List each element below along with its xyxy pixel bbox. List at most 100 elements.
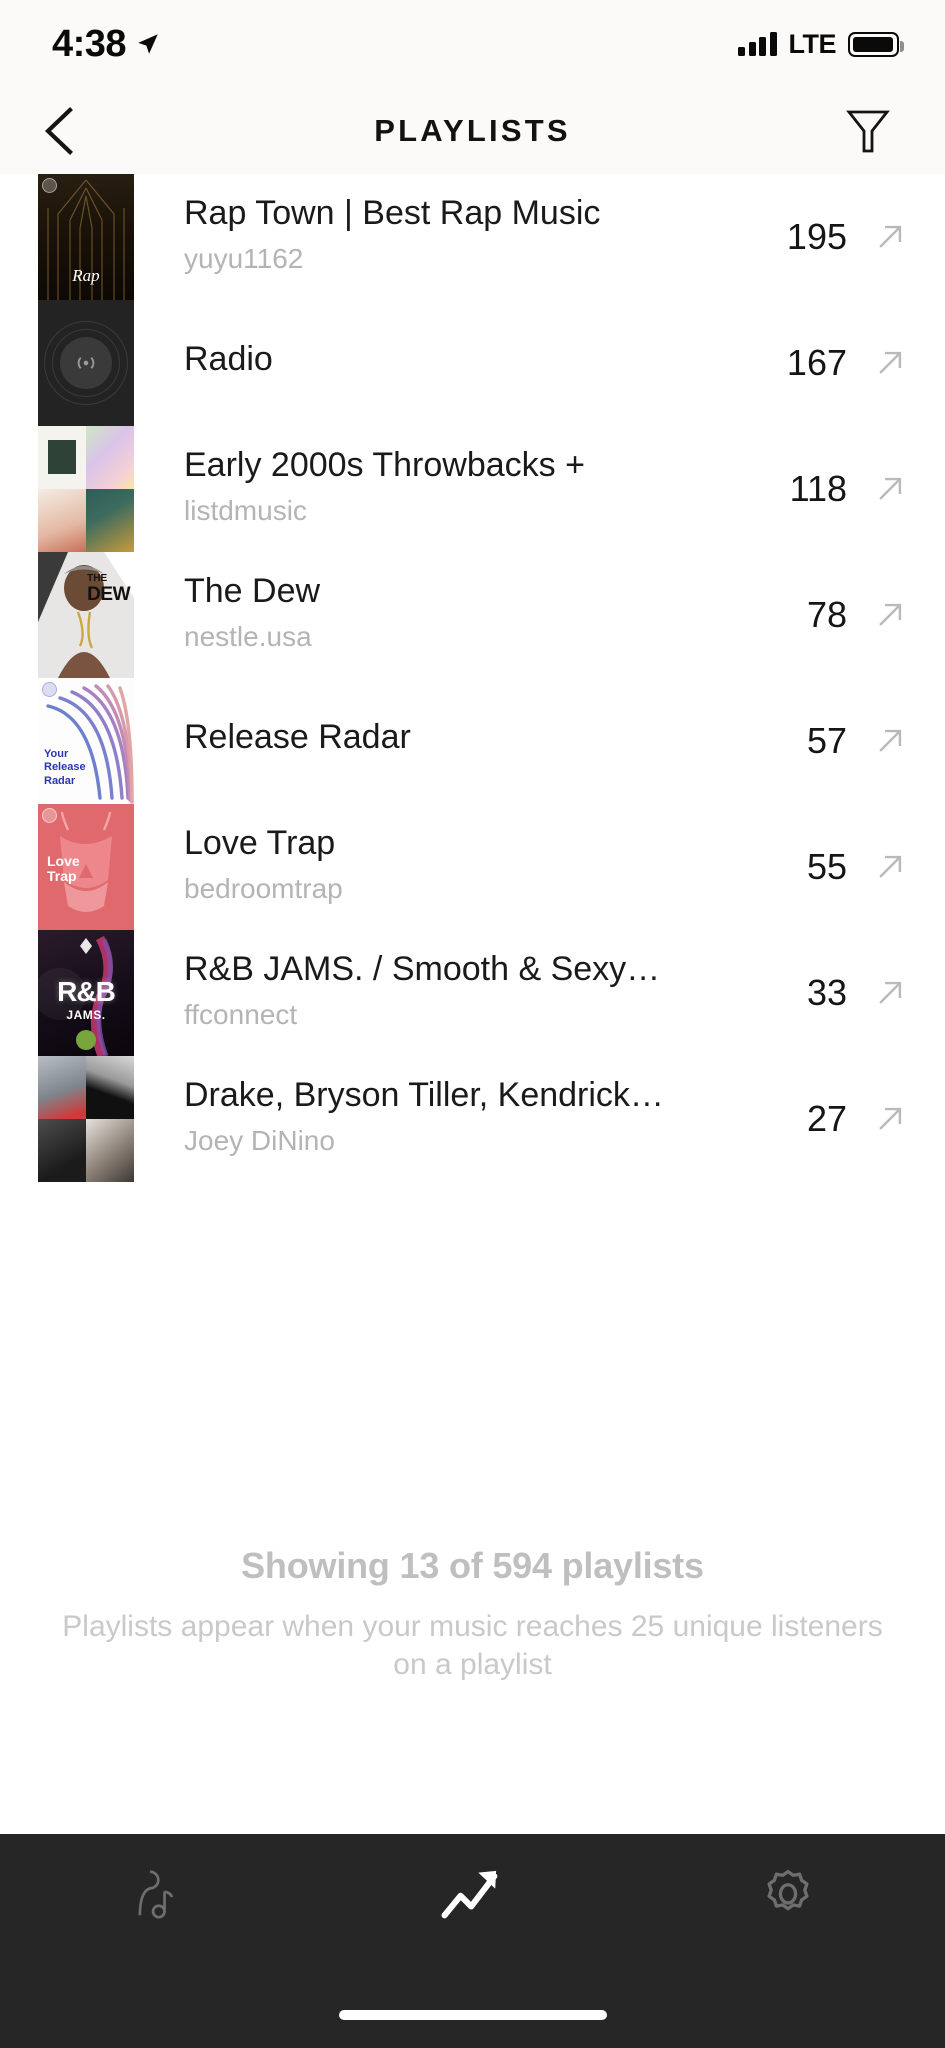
spotify-badge-icon (42, 178, 57, 193)
row-text: Rap Town | Best Rap Music yuyu1162 (134, 194, 769, 280)
playlist-artwork: Love Trap (38, 804, 134, 930)
row-text: Early 2000s Throwbacks + listdmusic (134, 446, 769, 532)
artwork-tile (38, 1119, 86, 1182)
row-metrics: 27 (769, 1098, 907, 1140)
playlist-title: R&B JAMS. / Smooth & Sexy… (184, 950, 661, 989)
trending-up-arrow-icon (441, 1870, 497, 1919)
playlist-title: Love Trap (184, 824, 336, 863)
playlist-artwork (38, 300, 134, 426)
back-button[interactable] (30, 102, 88, 160)
network-label: LTE (788, 28, 837, 59)
table-row[interactable]: Drake, Bryson Tiller, Kendrick… Joey DiN… (0, 1056, 945, 1182)
playlist-title: Radio (184, 340, 273, 379)
status-bar-left: 4:38 (52, 23, 161, 66)
artwork-tile (86, 426, 134, 489)
listener-count: 55 (806, 846, 847, 887)
artwork-sublabel: JAMS. (66, 1008, 106, 1022)
row-text: The Dew nestle.usa (134, 572, 769, 658)
artwork-label: Rap (72, 266, 100, 285)
tab-trends[interactable] (315, 1834, 630, 1954)
row-metrics: 55 (769, 846, 907, 888)
row-text: Drake, Bryson Tiller, Kendrick… Joey DiN… (134, 1076, 769, 1162)
arrow-up-right-icon[interactable] (873, 598, 907, 632)
cellular-signal-icon (738, 32, 777, 56)
row-text: Radio (134, 340, 769, 385)
status-time: 4:38 (52, 22, 127, 65)
listener-count: 78 (806, 594, 847, 635)
arrow-up-right-icon[interactable] (873, 850, 907, 884)
artwork-tile (38, 1056, 86, 1119)
tab-bar-tabs (0, 1834, 945, 1954)
playlist-artwork: Your Release Radar (38, 678, 134, 804)
arrow-up-right-icon[interactable] (873, 976, 907, 1010)
row-metrics: 118 (769, 468, 907, 510)
playlist-owner: Joey DiNino (184, 1125, 335, 1157)
navigation-bar: PLAYLISTS (0, 88, 945, 174)
table-row[interactable]: Rap Rap Town | Best Rap Music yuyu1162 1… (0, 174, 945, 300)
page-title: PLAYLISTS (374, 113, 571, 148)
listener-count: 27 (806, 1098, 847, 1139)
filter-button[interactable] (839, 102, 897, 160)
artwork-tile (38, 426, 86, 489)
playlist-artwork: R&B JAMS. (38, 930, 134, 1056)
playlist-owner: bedroomtrap (184, 873, 343, 905)
table-row[interactable]: THE DEW The Dew nestle.usa 78 (0, 552, 945, 678)
listener-count: 118 (789, 468, 847, 509)
playlist-owner: yuyu1162 (184, 243, 304, 275)
playlist-hint-label: Playlists appear when your music reaches… (62, 1610, 883, 1682)
playlist-artwork: THE DEW (38, 552, 134, 678)
spotify-badge-icon (42, 808, 57, 823)
row-metrics: 57 (769, 720, 907, 762)
listener-count: 167 (786, 342, 847, 383)
listener-count: 57 (806, 720, 847, 761)
playlist-owner: nestle.usa (184, 621, 312, 653)
table-row[interactable]: Early 2000s Throwbacks + listdmusic 118 (0, 426, 945, 552)
row-metrics: 195 (769, 216, 907, 258)
table-row[interactable]: Radio 167 (0, 300, 945, 426)
table-row[interactable]: Your Release Radar Release Radar 57 (0, 678, 945, 804)
artwork-label: Love Trap (47, 853, 80, 885)
status-bar-right: LTE (738, 28, 904, 60)
listener-count: 33 (806, 972, 847, 1013)
row-text: Love Trap bedroomtrap (134, 824, 769, 910)
artwork-tile (86, 1056, 134, 1119)
arrow-up-right-icon[interactable] (873, 220, 907, 254)
battery-full-icon (848, 31, 904, 57)
playlist-title: The Dew (184, 572, 321, 611)
showing-count-label: Showing 13 of 594 playlists (241, 1545, 704, 1586)
home-indicator (338, 2010, 607, 2020)
location-arrow-icon (138, 34, 158, 54)
listener-count: 195 (786, 216, 847, 257)
playlist-artwork (38, 426, 134, 552)
chevron-left-icon (44, 107, 73, 155)
playlist-title: Release Radar (184, 718, 411, 757)
green-badge-icon (76, 1030, 96, 1050)
artwork-label: R&B (57, 976, 116, 1007)
artwork-shapes (38, 552, 134, 678)
playlist-artwork (38, 1056, 134, 1182)
row-text: Release Radar (134, 718, 769, 763)
artist-music-icon (138, 1870, 173, 1919)
playlist-title: Drake, Bryson Tiller, Kendrick… (184, 1076, 664, 1115)
funnel-filter-icon (846, 110, 890, 153)
arrow-up-right-icon[interactable] (873, 724, 907, 758)
row-metrics: 78 (769, 594, 907, 636)
arrow-up-right-icon[interactable] (873, 472, 907, 506)
spotify-badge-icon (42, 682, 57, 697)
arrow-up-right-icon[interactable] (873, 1102, 907, 1136)
artwork-tile (86, 1119, 134, 1182)
artwork-label: THE DEW (87, 573, 130, 605)
artwork-label: Your Release Radar (44, 747, 86, 787)
playlist-owner: listdmusic (184, 495, 307, 527)
radio-waves-icon (77, 357, 95, 369)
gear-icon (766, 1869, 809, 1911)
table-row[interactable]: Love Trap Love Trap bedroomtrap 55 (0, 804, 945, 930)
arrow-up-right-icon[interactable] (873, 346, 907, 380)
tab-artist[interactable] (0, 1834, 315, 1954)
row-metrics: 33 (769, 972, 907, 1014)
table-row[interactable]: R&B JAMS. R&B JAMS. / Smooth & Sexy… ffc… (0, 930, 945, 1056)
row-metrics: 167 (769, 342, 907, 384)
tab-settings[interactable] (630, 1834, 945, 1954)
tab-bar (0, 1834, 945, 2048)
artwork-tile (86, 489, 134, 552)
